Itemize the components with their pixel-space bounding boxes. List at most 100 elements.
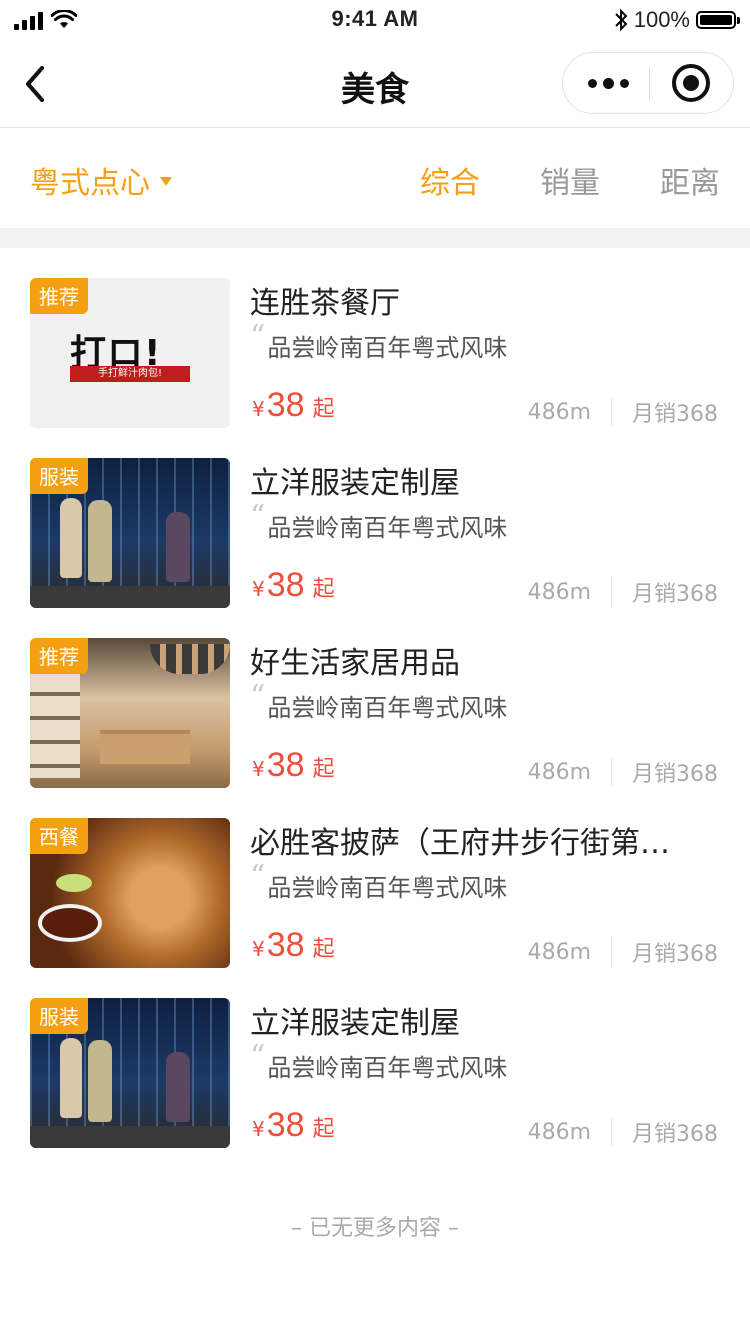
meta-divider xyxy=(611,1118,612,1146)
price-currency: ¥ xyxy=(252,937,265,961)
price-value: 38 xyxy=(266,1106,305,1144)
item-title: 立洋服装定制屋 xyxy=(250,1006,460,1041)
bluetooth-icon xyxy=(615,8,628,32)
item-slogan: “ 品尝岭南百年粤式风味 xyxy=(250,859,508,903)
item-slogan-text: 品尝岭南百年粤式风味 xyxy=(267,874,508,902)
more-button[interactable] xyxy=(563,53,649,113)
distance: 486m xyxy=(527,399,591,425)
target-icon xyxy=(672,64,710,102)
item-tag: 推荐 xyxy=(30,278,88,314)
monthly-sales: 月销368 xyxy=(632,942,718,967)
price-suffix: 起 xyxy=(312,577,335,602)
counter xyxy=(30,1126,230,1148)
distance: 486m xyxy=(527,759,591,785)
meta-divider xyxy=(611,398,612,426)
sauce-bowl xyxy=(38,904,102,942)
price-value: 38 xyxy=(266,566,305,604)
monthly-sales: 月销368 xyxy=(632,762,718,787)
distance: 486m xyxy=(527,1119,591,1145)
store-list: 推荐 打ロ! 手打鲜汁肉包! 连胜茶餐厅 “ 品尝岭南百年粤式风味 ¥ 38 起… xyxy=(0,248,750,1148)
list-item[interactable]: 服装 立洋服装定制屋 “ 品尝岭南百年粤式风味 ¥ 38 起 486m 月销36… xyxy=(0,428,750,608)
quote-icon: “ xyxy=(250,1039,266,1074)
meta-divider xyxy=(611,938,612,966)
price-suffix: 起 xyxy=(312,397,335,422)
item-slogan-text: 品尝岭南百年粤式风味 xyxy=(267,334,508,362)
item-title: 好生活家居用品 xyxy=(250,646,460,681)
price-value: 38 xyxy=(266,386,305,424)
battery-icon xyxy=(696,11,740,29)
list-item[interactable]: 推荐 打ロ! 手打鲜汁肉包! 连胜茶餐厅 “ 品尝岭南百年粤式风味 ¥ 38 起… xyxy=(0,248,750,428)
price-currency: ¥ xyxy=(252,397,265,421)
store-thumbnail: 服装 xyxy=(30,458,230,608)
tab-sort-overall[interactable]: 综合 xyxy=(420,158,480,202)
filter-bar: 粤式点心 综合 销量 距离 xyxy=(0,128,750,228)
distance: 486m xyxy=(527,939,591,965)
store-logo-subtext: 手打鲜汁肉包! xyxy=(70,366,190,382)
list-item[interactable]: 西餐 必胜客披萨（王府井步行街第… “ 品尝岭南百年粤式风味 ¥ 38 起 48… xyxy=(0,788,750,968)
price: ¥ 38 起 xyxy=(252,566,335,605)
item-slogan: “ 品尝岭南百年粤式风味 xyxy=(250,1039,508,1083)
display-table xyxy=(100,730,190,764)
sort-tabs: 综合 销量 距离 xyxy=(420,158,720,202)
item-slogan-text: 品尝岭南百年粤式风味 xyxy=(267,694,508,722)
tab-sort-sales[interactable]: 销量 xyxy=(540,158,600,202)
store-thumbnail: 服装 xyxy=(30,998,230,1148)
category-dropdown[interactable]: 粤式点心 xyxy=(30,158,172,202)
counter xyxy=(30,586,230,608)
item-tag: 服装 xyxy=(30,458,88,494)
ceiling-lights xyxy=(150,644,230,674)
item-slogan: “ 品尝岭南百年粤式风味 xyxy=(250,499,507,543)
quote-icon: “ xyxy=(250,319,266,354)
item-meta: 486m 月销368 xyxy=(528,756,718,788)
meta-divider xyxy=(611,758,612,786)
item-slogan-text: 品尝岭南百年粤式风味 xyxy=(267,1054,508,1082)
battery-percent: 100% xyxy=(633,7,690,32)
item-tag: 推荐 xyxy=(30,638,88,674)
caret-down-icon xyxy=(160,176,172,186)
nav-bar: 美食 xyxy=(0,40,750,128)
price-suffix: 起 xyxy=(312,757,335,782)
shelf xyxy=(30,668,80,778)
mini-program-capsule xyxy=(562,52,734,114)
end-of-list-note: – 已无更多内容 – xyxy=(291,1216,459,1241)
item-tag: 服装 xyxy=(30,998,88,1034)
item-meta: 486m 月销368 xyxy=(528,936,718,968)
mannequin-figure xyxy=(166,512,190,582)
quote-icon: “ xyxy=(250,859,266,894)
list-item[interactable]: 服装 立洋服装定制屋 “ 品尝岭南百年粤式风味 ¥ 38 起 486m 月销36… xyxy=(0,968,750,1148)
price-suffix: 起 xyxy=(312,1117,335,1142)
close-mini-program-button[interactable] xyxy=(650,53,734,113)
monthly-sales: 月销368 xyxy=(632,1122,718,1147)
item-slogan: “ 品尝岭南百年粤式风味 xyxy=(250,319,508,363)
price: ¥ 38 起 xyxy=(252,746,335,785)
distance: 486m xyxy=(527,579,591,605)
mannequin-figure xyxy=(60,1038,82,1118)
mannequin-figure xyxy=(88,1040,112,1122)
quote-icon: “ xyxy=(250,499,266,534)
monthly-sales: 月销368 xyxy=(632,582,718,607)
tab-sort-distance[interactable]: 距离 xyxy=(660,158,720,202)
item-title: 连胜茶餐厅 xyxy=(250,286,400,321)
quote-icon: “ xyxy=(250,679,266,714)
store-thumbnail: 推荐 打ロ! 手打鲜汁肉包! xyxy=(30,278,230,428)
category-label: 粤式点心 xyxy=(30,166,150,201)
mannequin-figure xyxy=(60,498,82,578)
meta-divider xyxy=(611,578,612,606)
item-tag: 西餐 xyxy=(30,818,88,854)
status-right: 100% xyxy=(614,7,740,33)
status-bar: 9:41 AM 100% xyxy=(0,0,750,40)
item-slogan: “ 品尝岭南百年粤式风味 xyxy=(250,679,508,723)
monthly-sales: 月销368 xyxy=(632,402,718,427)
price: ¥ 38 起 xyxy=(252,1106,335,1145)
store-thumbnail: 推荐 xyxy=(30,638,230,788)
mannequin-figure xyxy=(166,1052,190,1122)
price-suffix: 起 xyxy=(312,937,335,962)
item-meta: 486m 月销368 xyxy=(528,396,718,428)
list-item[interactable]: 推荐 好生活家居用品 “ 品尝岭南百年粤式风味 ¥ 38 起 486m 月销36… xyxy=(0,608,750,788)
item-meta: 486m 月销368 xyxy=(528,576,718,608)
more-dots-icon xyxy=(588,78,629,89)
section-divider xyxy=(0,228,750,248)
price-value: 38 xyxy=(266,926,305,964)
price: ¥ 38 起 xyxy=(252,386,335,425)
price-currency: ¥ xyxy=(252,1117,265,1141)
